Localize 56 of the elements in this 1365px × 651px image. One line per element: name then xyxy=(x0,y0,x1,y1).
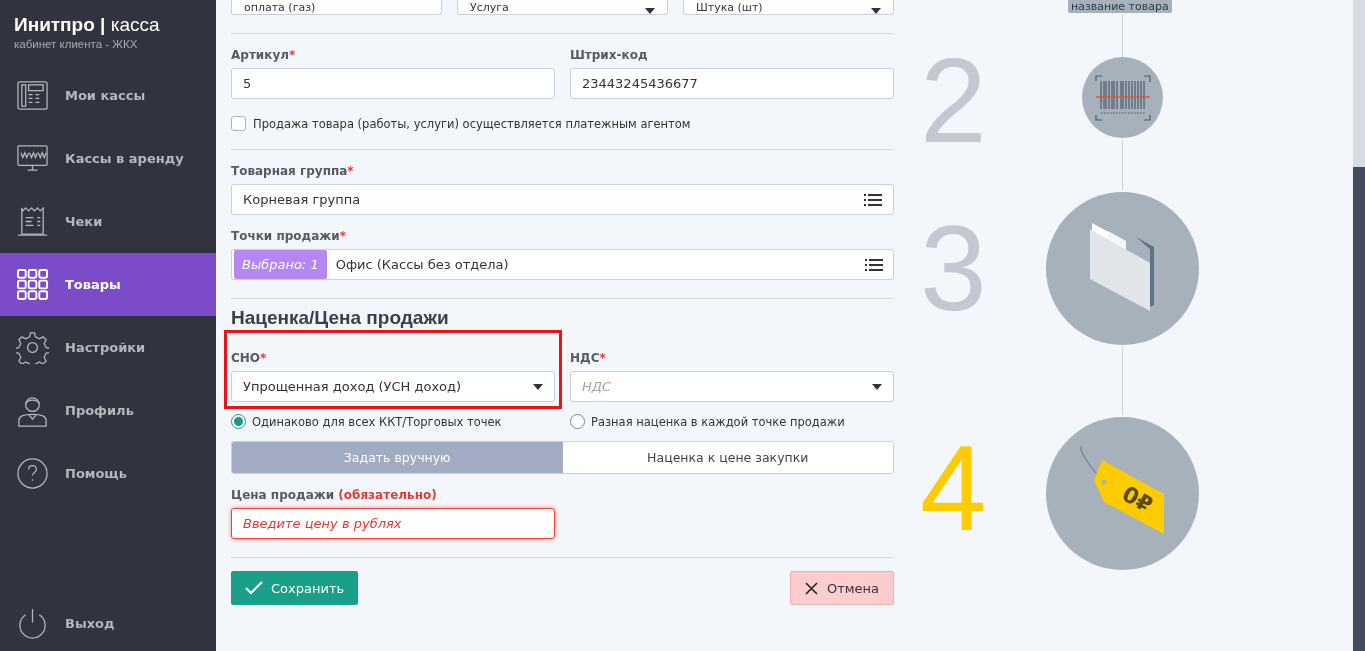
sidebar-item[interactable]: Товары xyxy=(0,253,216,316)
field-label: Штрих-код xyxy=(570,48,649,62)
user-icon xyxy=(16,394,49,427)
tax-system-select[interactable]: Упрощенная доход (УСН доход) xyxy=(231,371,555,402)
help-icon xyxy=(16,457,49,490)
close-icon xyxy=(804,581,818,595)
field-label: Артикул* xyxy=(231,48,297,62)
section-title: Наценка/Цена продажи xyxy=(231,307,450,329)
field-label: Точки продажи* xyxy=(231,229,347,243)
step-number: 4 xyxy=(920,428,987,548)
radio-label: Разная наценка в каждой точке продажи xyxy=(591,414,845,429)
caret-icon xyxy=(871,8,881,14)
power-icon xyxy=(16,606,49,640)
caret-icon xyxy=(533,383,543,390)
caret-icon xyxy=(645,8,655,14)
input-field[interactable]: оплата (газ) xyxy=(231,0,442,15)
radio-button[interactable] xyxy=(231,414,246,429)
brand-logo: Инитпро | касса xyxy=(13,13,161,36)
cancel-button[interactable]: Отмена xyxy=(789,571,894,605)
sidebar-item[interactable]: Настройки xyxy=(0,316,216,379)
sidebar-item[interactable]: Помощь xyxy=(0,442,216,505)
mode-tab[interactable]: Наценка к цене закупки xyxy=(562,442,893,473)
barcode-icon xyxy=(1094,74,1151,121)
grid-icon xyxy=(16,268,49,301)
barcode-field[interactable]: 23443245436677 xyxy=(570,68,894,99)
field-label: Товарная группа* xyxy=(231,164,355,178)
field-label: Цена продажи (обязательно) xyxy=(231,488,438,502)
sidebar-item[interactable]: Профиль xyxy=(0,379,216,442)
sale-points-field[interactable]: Выбрано: 1 Офис (Кассы без отдела) xyxy=(231,249,894,280)
scrollbar[interactable] xyxy=(1353,0,1365,651)
radio-button[interactable] xyxy=(570,414,585,429)
step-label: название товара xyxy=(1068,0,1172,13)
field-label: СНО* xyxy=(231,351,268,365)
checkbox[interactable] xyxy=(231,116,246,131)
select-field[interactable]: Штука (шт) xyxy=(683,0,894,15)
phone-icon xyxy=(16,79,49,112)
sidebar-item[interactable]: Кассы в аренду xyxy=(0,127,216,190)
product-group-field[interactable]: Корневая группа xyxy=(231,184,894,215)
radio-label: Одинаково для всех ККТ/Торговых точек xyxy=(252,414,502,429)
list-icon[interactable] xyxy=(865,258,883,271)
article-field[interactable]: 5 xyxy=(231,68,555,99)
gear-icon xyxy=(16,331,49,364)
save-button[interactable]: Сохранить xyxy=(231,571,359,605)
select-field[interactable]: Услуга xyxy=(457,0,668,15)
check-icon xyxy=(245,581,263,595)
field-label: НДС* xyxy=(570,351,607,365)
price-field[interactable]: Введите цену в рублях xyxy=(231,508,555,539)
brand-subtitle: кабинет клиента - ЖКХ xyxy=(13,37,139,50)
receipt-icon xyxy=(16,205,49,238)
selected-count-chip: Выбрано: 1 xyxy=(234,250,327,279)
logout-item[interactable]: Выход xyxy=(0,598,216,648)
list-icon[interactable] xyxy=(864,193,882,206)
sidebar-item[interactable]: Мои кассы xyxy=(0,64,216,127)
sidebar-item[interactable]: Чеки xyxy=(0,190,216,253)
caret-icon xyxy=(872,383,882,390)
checkbox-label: Продажа товара (работы, услуги) осуществляется платежным агентом xyxy=(253,116,691,131)
